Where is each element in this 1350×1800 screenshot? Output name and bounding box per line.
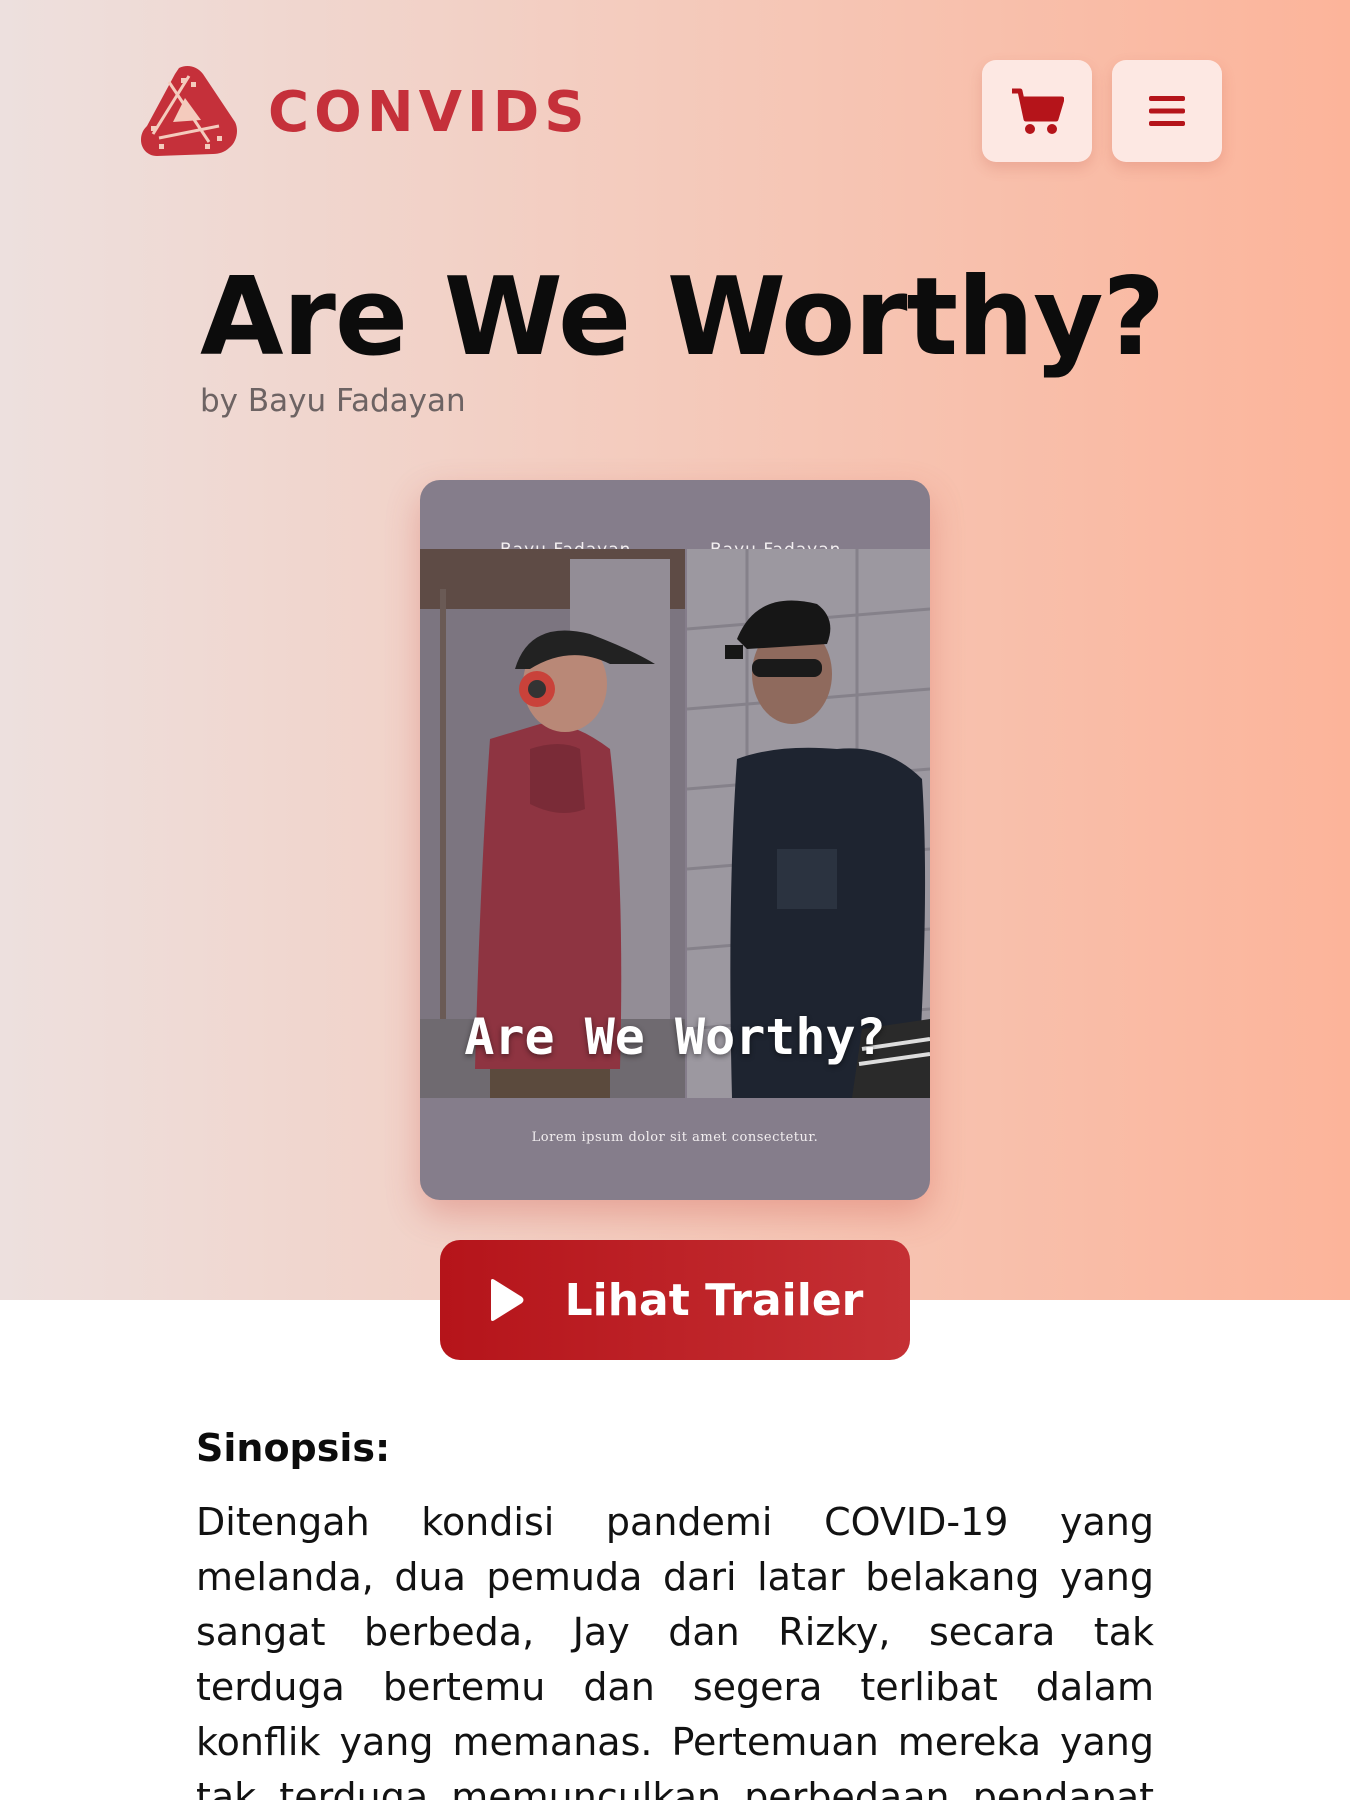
poster-title: Are We Worthy?	[464, 1008, 886, 1066]
movie-poster: Bayu Fadayan Bayu Fadayan Are We Worth	[420, 480, 930, 1200]
synopsis-text: Ditengah kondisi pandemi COVID-19 yang m…	[196, 1500, 1154, 1800]
shopping-cart-icon	[1012, 88, 1064, 134]
movie-byline: by Bayu Fadayan	[200, 383, 466, 419]
film-reel-triangle-icon	[141, 66, 237, 156]
play-icon	[490, 1279, 524, 1321]
cart-button[interactable]	[982, 60, 1092, 162]
watch-trailer-button[interactable]: Lihat Trailer	[440, 1240, 910, 1360]
brand-name: CONVIDS	[268, 79, 590, 145]
watch-trailer-label: Lihat Trailer	[564, 1274, 864, 1326]
menu-button[interactable]	[1112, 60, 1222, 162]
poster-tagline: Lorem ipsum dolor sit amet consectetur.	[531, 1130, 819, 1145]
hamburger-menu-icon	[1149, 96, 1185, 126]
brand-logo[interactable]: CONVIDS	[138, 64, 590, 160]
synopsis-heading: Sinopsis:	[196, 1426, 391, 1470]
movie-title: Are We Worthy?	[200, 255, 1165, 380]
